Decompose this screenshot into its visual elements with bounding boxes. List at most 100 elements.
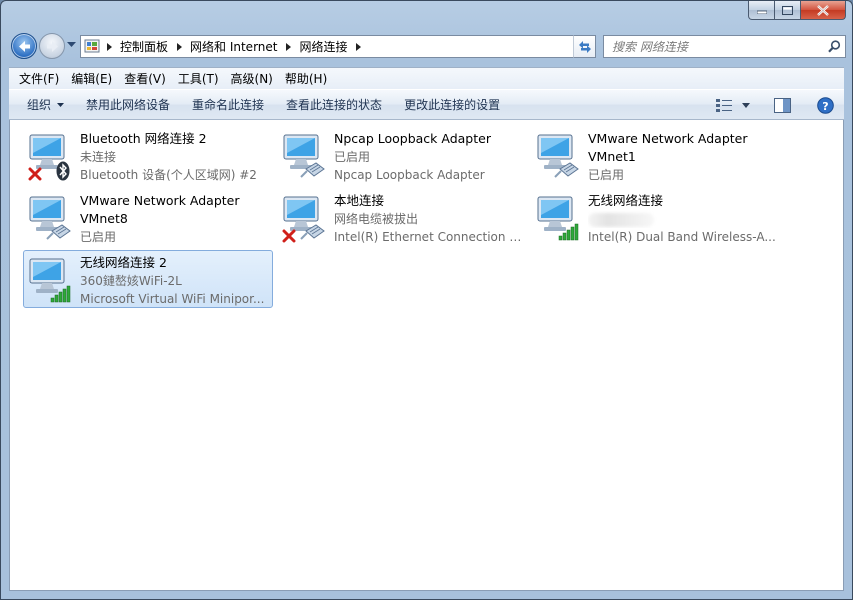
minimize-button[interactable] [748, 1, 775, 20]
chevron-down-icon [57, 103, 65, 107]
connection-status: VMnet8 [80, 211, 128, 226]
connection-wireless[interactable]: 无线网络连接 Intel(R) Dual Band Wireless-A... [531, 188, 781, 246]
connection-name: VMware Network Adapter [80, 193, 240, 208]
search-icon [827, 40, 840, 53]
tile-text: VMware Network Adapter VMnet1 已启用 [588, 130, 778, 184]
connection-device: Intel(R) Dual Band Wireless-A... [588, 230, 776, 244]
connection-status: VMnet1 [588, 149, 636, 164]
connection-status: 已启用 [334, 150, 371, 164]
tile-text: 无线网络连接 2 360鏈嶅姟WiFi-2L Microsoft Virtual… [80, 254, 270, 308]
tile-text: 无线网络连接 Intel(R) Dual Band Wireless-A... [588, 192, 778, 246]
tile-text: VMware Network Adapter VMnet8 已启用 [80, 192, 270, 246]
connection-name: 无线网络连接 [588, 193, 664, 208]
command-bar: 组织 禁用此网络设备 重命名此连接 查看此连接的状态 更改此连接的设置 ? [9, 89, 844, 120]
connection-device: Intel(R) Ethernet Connection (3... [334, 230, 524, 244]
breadcrumb-network-connections[interactable]: 网络连接 [295, 38, 351, 55]
connection-name: 本地连接 [334, 193, 385, 208]
preview-pane-button[interactable] [770, 93, 795, 117]
organize-button[interactable]: 组织 [19, 93, 72, 117]
address-row: 控制面板 网络和 Internet 网络连接 [9, 31, 846, 61]
chevron-right-icon[interactable] [172, 36, 186, 57]
forward-button[interactable] [39, 33, 65, 59]
minimize-icon [756, 10, 767, 14]
search-box [603, 35, 846, 58]
view-dropdown-button[interactable] [740, 93, 756, 117]
ethernet-cable-icon [554, 162, 579, 178]
connection-vmware-vmnet1[interactable]: VMware Network Adapter VMnet1 已启用 [531, 126, 781, 184]
breadcrumb-control-panel[interactable]: 控制面板 [116, 38, 172, 55]
maximize-button[interactable] [775, 1, 801, 20]
maximize-icon [782, 5, 793, 15]
help-button[interactable]: ? [813, 93, 838, 117]
connection-status-redacted [588, 210, 778, 228]
wifi-signal-icon [558, 223, 579, 241]
menu-edit[interactable]: 编辑(E) [65, 69, 118, 89]
connection-device: Bluetooth 设备(个人区域网) #2 [80, 168, 257, 182]
rename-connection-button[interactable]: 重命名此连接 [184, 93, 272, 117]
tile-text: Bluetooth 网络连接 2 未连接 Bluetooth 设备(个人区域网)… [80, 130, 270, 184]
ethernet-cable-icon [46, 224, 71, 240]
connection-status: 360鏈嶅姟WiFi-2L [80, 274, 182, 288]
arrow-right-icon [47, 41, 58, 52]
tile-text: Npcap Loopback Adapter 已启用 Npcap Loopbac… [334, 130, 524, 184]
view-options-icon [716, 99, 732, 112]
command-bar-right: ? [712, 93, 838, 117]
help-icon: ? [817, 96, 834, 114]
connection-status: 网络电缆被拔出 [334, 212, 419, 226]
connection-device: 已启用 [588, 168, 625, 182]
connection-status: 未连接 [80, 150, 117, 164]
connection-device: Npcap Loopback Adapter [334, 168, 485, 182]
wifi-signal-icon [50, 285, 71, 303]
refresh-icon [578, 40, 591, 53]
control-panel-icon [84, 39, 100, 52]
chevron-right-icon[interactable] [102, 36, 116, 57]
ethernet-cable-icon [300, 162, 325, 178]
back-button[interactable] [11, 33, 37, 59]
caption-buttons [748, 1, 846, 21]
ethernet-cable-icon [300, 224, 325, 240]
connection-vmware-vmnet8[interactable]: VMware Network Adapter VMnet8 已启用 [23, 188, 273, 246]
menu-help[interactable]: 帮助(H) [279, 69, 333, 89]
connection-npcap-loopback[interactable]: Npcap Loopback Adapter 已启用 Npcap Loopbac… [277, 126, 527, 184]
connection-bluetooth-2[interactable]: Bluetooth 网络连接 2 未连接 Bluetooth 设备(个人区域网)… [23, 126, 273, 184]
connection-device: Microsoft Virtual WiFi Minipor... [80, 292, 265, 306]
disconnected-x-icon [282, 229, 296, 243]
connection-local-area[interactable]: 本地连接 网络电缆被拔出 Intel(R) Ethernet Connectio… [277, 188, 527, 246]
recent-pages-dropdown-icon[interactable] [67, 42, 76, 48]
search-input[interactable] [612, 37, 823, 56]
refresh-button[interactable] [573, 35, 596, 58]
connection-name: VMware Network Adapter [588, 131, 748, 146]
svg-text:?: ? [822, 99, 828, 112]
bluetooth-icon [56, 161, 70, 181]
view-status-button[interactable]: 查看此连接的状态 [278, 93, 390, 117]
tile-text: 本地连接 网络电缆被拔出 Intel(R) Ethernet Connectio… [334, 192, 524, 246]
change-settings-button[interactable]: 更改此连接的设置 [396, 93, 508, 117]
organize-label: 组织 [27, 97, 52, 112]
connections-list: Bluetooth 网络连接 2 未连接 Bluetooth 设备(个人区域网)… [9, 120, 844, 591]
explorer-window: 控制面板 网络和 Internet 网络连接 文件(F) 编辑(E) [0, 0, 853, 600]
close-icon [817, 4, 829, 16]
view-options-button[interactable] [712, 93, 736, 117]
connection-device: 已启用 [80, 230, 117, 244]
chevron-right-icon[interactable] [281, 36, 295, 57]
connection-name: Npcap Loopback Adapter [334, 131, 491, 146]
menu-tools[interactable]: 工具(T) [172, 69, 225, 89]
connection-name: 无线网络连接 2 [80, 255, 167, 270]
search-button[interactable] [823, 40, 845, 53]
connection-name: Bluetooth 网络连接 2 [80, 131, 207, 146]
breadcrumb[interactable]: 控制面板 网络和 Internet 网络连接 [80, 35, 596, 58]
close-button[interactable] [801, 1, 846, 20]
menu-bar: 文件(F) 编辑(E) 查看(V) 工具(T) 高级(N) 帮助(H) [9, 67, 844, 89]
arrow-left-icon [19, 41, 30, 52]
chevron-down-icon [742, 102, 750, 108]
redacted-network-name [588, 212, 654, 227]
disable-device-button[interactable]: 禁用此网络设备 [78, 93, 178, 117]
menu-file[interactable]: 文件(F) [13, 69, 65, 89]
preview-pane-icon [774, 97, 791, 113]
chevron-right-icon[interactable] [352, 36, 366, 57]
menu-advanced[interactable]: 高级(N) [225, 69, 279, 89]
menu-view[interactable]: 查看(V) [118, 69, 172, 89]
breadcrumb-network-internet[interactable]: 网络和 Internet [186, 38, 281, 55]
connection-wireless-2[interactable]: 无线网络连接 2 360鏈嶅姟WiFi-2L Microsoft Virtual… [23, 250, 273, 308]
disconnected-x-icon [28, 167, 42, 181]
